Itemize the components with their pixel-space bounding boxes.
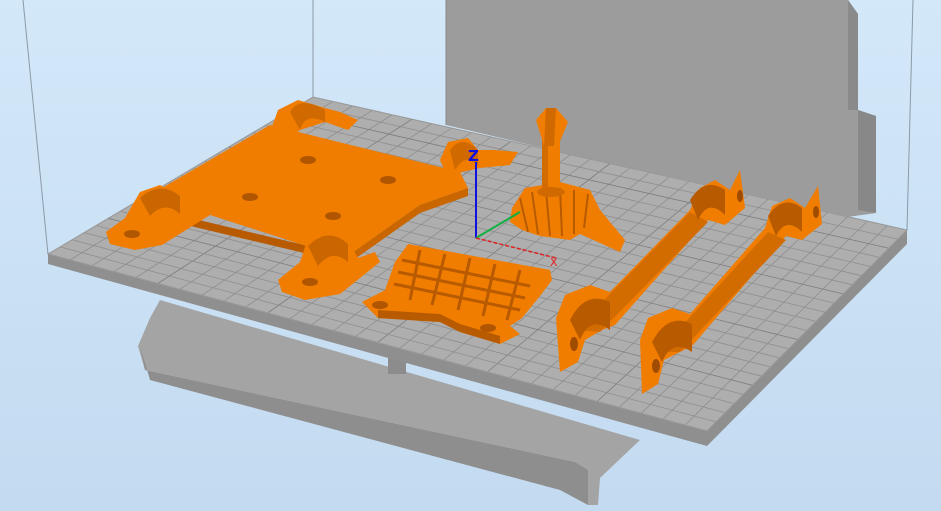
z-axis-label: Z [468, 147, 479, 165]
3d-viewport[interactable]: Z X [0, 0, 941, 511]
x-axis-label: X [550, 256, 558, 269]
